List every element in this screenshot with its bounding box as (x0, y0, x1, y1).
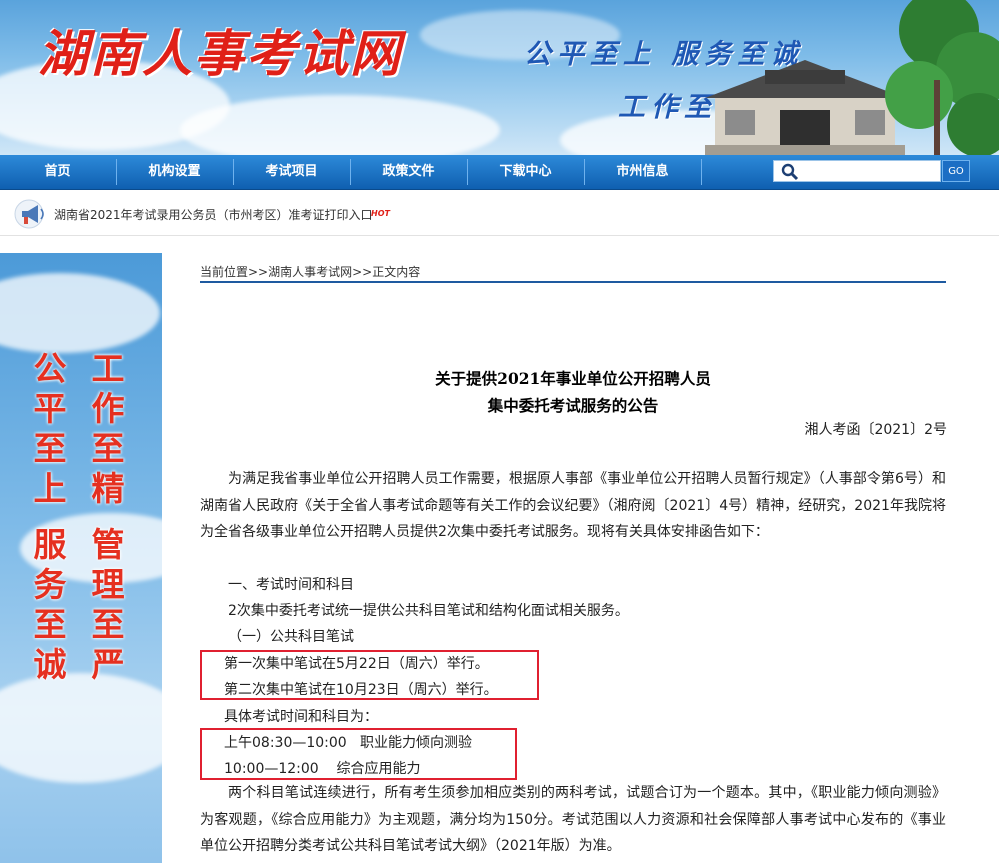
side-char: 服 (33, 525, 67, 564)
side-char: 作 (91, 389, 125, 428)
exam-date-2: 第二次集中笔试在10月23日（周六）举行。 (224, 682, 498, 698)
side-cloud (0, 673, 162, 783)
search-box (773, 160, 941, 182)
nav-city-info[interactable]: 市州信息 (585, 155, 700, 189)
section-heading: 一、考试时间和科目 (228, 577, 354, 593)
side-slogan-col-1: 公 平 至 上 服 务 至 诚 (30, 349, 70, 685)
side-char: 至 (91, 429, 125, 468)
building-illustration (705, 60, 905, 155)
exam-date-1: 第一次集中笔试在5月22日（周六）举行。 (224, 656, 489, 672)
megaphone-icon (14, 199, 44, 229)
side-char: 理 (91, 565, 125, 604)
schedule-intro: 具体考试时间和科目为： (224, 709, 378, 725)
schedule-morning-2: 10:00—12:00 综合应用能力 (224, 761, 421, 777)
side-slogan-col-2: 工 作 至 精 管 理 至 严 (88, 349, 128, 685)
side-char: 平 (33, 389, 67, 428)
search-icon (781, 163, 799, 181)
nav-organization[interactable]: 机构设置 (117, 155, 232, 189)
schedule-morning-1: 上午08:30—10:00 职业能力倾向测验 (224, 735, 473, 751)
side-char: 精 (91, 469, 125, 508)
search-input[interactable] (804, 163, 938, 181)
side-char: 至 (91, 605, 125, 644)
side-gap (88, 509, 128, 525)
nav-divider (701, 159, 702, 185)
banner-cloud (180, 95, 500, 155)
side-char: 公 (33, 349, 67, 388)
nav-exam-projects[interactable]: 考试项目 (234, 155, 349, 189)
side-char: 诚 (33, 645, 67, 684)
notice-link[interactable]: 湖南省2021年考试录用公务员（市州考区）准考证打印入口 (54, 206, 373, 223)
article-title-line-1: 关于提供2021年事业单位公开招聘人员 (435, 369, 711, 388)
nav-home[interactable]: 首页 (0, 155, 115, 189)
site-banner: 湖南人事考试网 公平至上 服务至诚 工作至精 管理至严 (0, 0, 999, 155)
notice-bar: 湖南省2021年考试录用公务员（市州考区）准考证打印入口 HOT (0, 193, 999, 236)
breadcrumb-divider (200, 281, 946, 283)
side-char: 至 (33, 605, 67, 644)
nav-policy-docs[interactable]: 政策文件 (351, 155, 466, 189)
side-cloud (0, 273, 160, 353)
side-char: 管 (91, 525, 125, 564)
side-gap (30, 509, 70, 525)
side-char: 务 (33, 565, 67, 604)
breadcrumb[interactable]: 当前位置>>湖南人事考试网>>正文内容 (200, 263, 420, 280)
hot-badge: HOT (371, 209, 390, 218)
article-title-line-2: 集中委托考试服务的公告 (487, 396, 659, 415)
trees-illustration (885, 0, 999, 155)
section-description: 2次集中委托考试统一提供公共科目笔试和结构化面试相关服务。 (228, 603, 629, 619)
side-char: 至 (33, 429, 67, 468)
article-intro: 为满足我省事业单位公开招聘人员工作需要，根据原人事部《事业单位公开招聘人员暂行规… (200, 471, 946, 540)
document-number: 湘人考函〔2021〕2号 (804, 422, 947, 438)
nav-download-center[interactable]: 下载中心 (468, 155, 583, 189)
exam-details: 两个科目笔试连续进行，所有考生须参加相应类别的两科考试，试题合订为一个题本。其中… (200, 785, 946, 854)
subsection-heading: （一）公共科目笔试 (228, 629, 354, 645)
side-char: 严 (91, 645, 125, 684)
side-char: 上 (33, 469, 67, 508)
search-go-button[interactable]: GO (942, 160, 970, 182)
side-char: 工 (91, 349, 125, 388)
site-logo[interactable]: 湖南人事考试网 (38, 14, 402, 86)
side-slogan-banner: 公 平 至 上 服 务 至 诚 工 作 至 精 管 理 至 严 (0, 253, 162, 863)
